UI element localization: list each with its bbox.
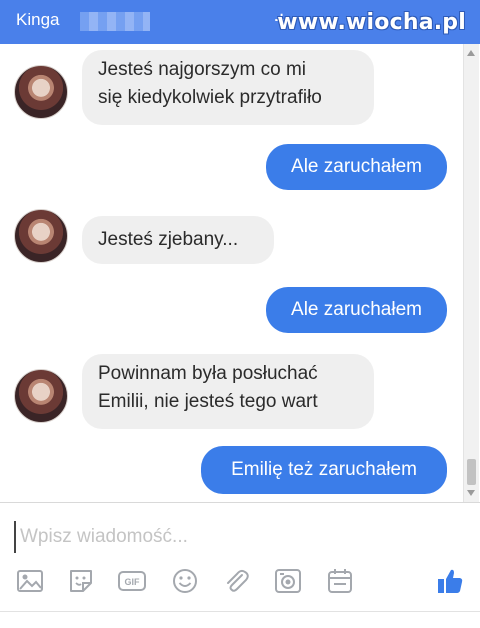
like-icon[interactable] [435,566,465,596]
message-text: Emilię też zaruchałem [231,459,417,480]
message-text: Emilii, nie jesteś tego wart [98,391,318,412]
scrollbar-thumb[interactable] [467,459,476,485]
blurred-surname [80,12,150,31]
emoji-icon[interactable] [170,566,200,596]
message-text: Powinnam była posłuchać [98,363,318,384]
outgoing-message: Emilię też zaruchałem [201,446,447,494]
message-text: Ale zaruchałem [291,299,422,320]
incoming-message: Jesteś zjebany... [82,216,274,264]
message-text: Ale zaruchałem [291,156,422,177]
contact-name[interactable]: Kinga [16,10,59,30]
message-text: Jesteś najgorszym co mi [98,59,307,80]
sticker-icon[interactable] [66,566,96,596]
message-input[interactable] [14,521,462,553]
attachment-icon[interactable] [221,566,251,596]
outgoing-message: Ale zaruchałem [266,287,447,333]
scrollbar[interactable] [463,44,479,502]
message-text: się kiedykolwiek przytrafiło [98,87,322,108]
incoming-message: Jesteś najgorszym co mi się kiedykolwiek… [82,50,374,125]
avatar[interactable] [14,369,68,423]
incoming-message: Powinnam była posłuchać Emilii, nie jest… [82,354,374,429]
divider [0,611,480,612]
chat-header: Kinga + www.wiocha.pl [0,0,480,44]
conversation: Jesteś najgorszym co mi się kiedykolwiek… [0,44,480,502]
avatar[interactable] [14,65,68,119]
avatar[interactable] [14,209,68,263]
scroll-up-arrow-icon[interactable] [467,50,475,56]
composer: GIF [0,502,480,628]
watermark: www.wiocha.pl [277,10,466,35]
gif-label: GIF [125,577,141,587]
camera-icon[interactable] [273,566,303,596]
gif-icon[interactable]: GIF [117,566,147,596]
message-text: Jesteś zjebany... [98,229,239,250]
outgoing-message: Ale zaruchałem [266,144,447,190]
calendar-icon[interactable] [325,566,355,596]
image-icon[interactable] [15,566,45,596]
scroll-down-arrow-icon[interactable] [467,490,475,496]
